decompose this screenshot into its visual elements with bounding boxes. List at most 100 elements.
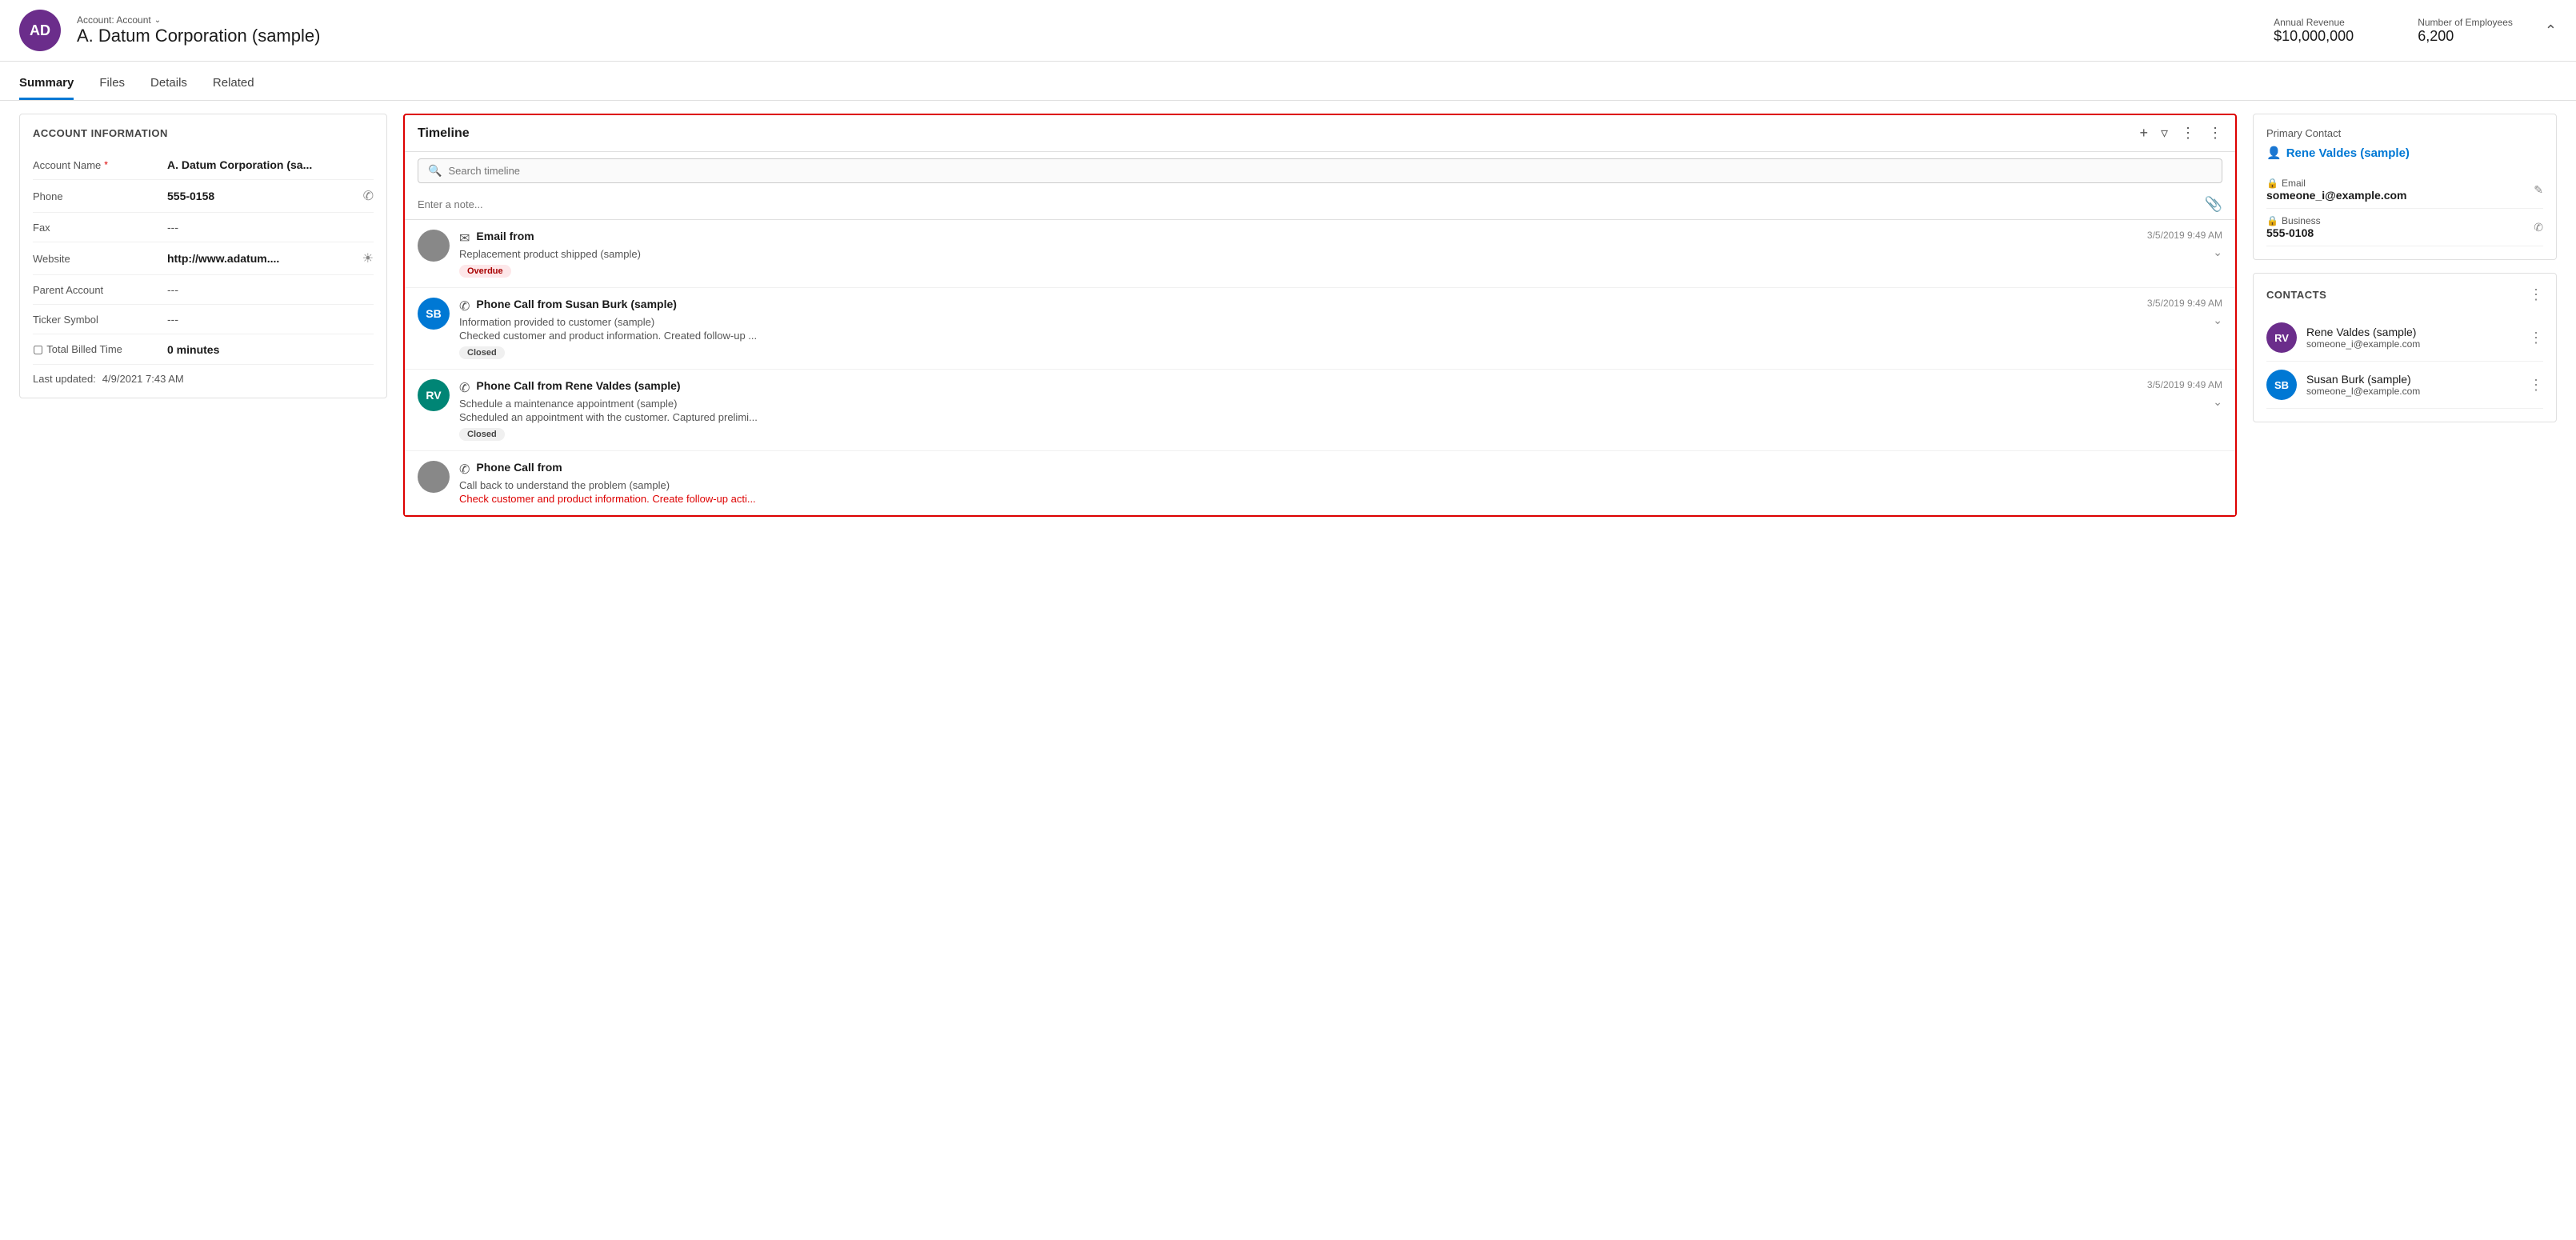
edit-email-icon[interactable]: ✎	[2534, 183, 2543, 197]
item-header: ✆ Phone Call from	[459, 461, 2222, 478]
email-icon: ✉	[459, 230, 470, 246]
add-timeline-button[interactable]: +	[2139, 125, 2148, 142]
item-title: Phone Call from Rene Valdes (sample)	[476, 379, 680, 392]
note-text-input[interactable]	[418, 198, 2205, 210]
main-content: ACCOUNT INFORMATION Account Name * A. Da…	[0, 101, 2576, 530]
sort-timeline-button[interactable]: ⋮	[2181, 125, 2195, 142]
timeline-item: ✉ Email from Replacement product shipped…	[405, 220, 2235, 288]
item-avatar	[418, 461, 450, 493]
attachment-icon[interactable]: 📎	[2205, 196, 2222, 213]
item-time: 3/5/2019 9:49 AM	[2147, 379, 2222, 390]
search-icon: 🔍	[428, 164, 442, 178]
item-avatar: SB	[418, 298, 450, 330]
lock-icon: 🔒	[2266, 215, 2278, 226]
item-content: ✆ Phone Call from Call back to understan…	[459, 461, 2222, 505]
total-billed-label: ▢ Total Billed Time	[33, 342, 161, 356]
primary-contact-link[interactable]: 👤 Rene Valdes (sample)	[2266, 146, 2543, 160]
contacts-more-button[interactable]: ⋮	[2529, 286, 2543, 303]
breadcrumb-chevron-icon: ⌄	[154, 16, 161, 25]
contact-email: someone_i@example.com	[2306, 338, 2519, 350]
status-badge: Overdue	[459, 265, 511, 278]
tab-files[interactable]: Files	[99, 68, 125, 100]
account-avatar: AD	[19, 10, 61, 51]
parent-account-label: Parent Account	[33, 284, 161, 296]
expand-icon[interactable]: ⌄	[2213, 395, 2222, 409]
contact-name: Rene Valdes (sample)	[2306, 326, 2519, 338]
tab-details[interactable]: Details	[150, 68, 187, 100]
account-info-title: ACCOUNT INFORMATION	[33, 127, 374, 139]
timeline-search-box[interactable]: 🔍	[418, 158, 2222, 183]
item-header: ✆ Phone Call from Rene Valdes (sample)	[459, 379, 2085, 396]
email-label: 🔒 Email	[2266, 178, 2526, 189]
item-subtitle: Replacement product shipped (sample)	[459, 248, 2085, 260]
contact-item-more-button[interactable]: ⋮	[2529, 330, 2543, 346]
tabs: Summary Files Details Related	[0, 68, 2576, 101]
item-title: Email from	[476, 230, 534, 242]
ticker-label: Ticker Symbol	[33, 314, 161, 326]
timeline-item: SB ✆ Phone Call from Susan Burk (sample)…	[405, 288, 2235, 370]
expand-icon[interactable]: ⌄	[2213, 314, 2222, 327]
account-info-header: Account: Account ⌄ A. Datum Corporation …	[77, 14, 320, 46]
item-content: ✆ Phone Call from Susan Burk (sample) In…	[459, 298, 2085, 359]
account-information-panel: ACCOUNT INFORMATION Account Name * A. Da…	[19, 114, 387, 398]
item-subtitle: Call back to understand the problem (sam…	[459, 479, 2222, 491]
phone-icon[interactable]: ✆	[363, 188, 374, 204]
primary-contact-section: Primary Contact 👤 Rene Valdes (sample) 🔒…	[2253, 114, 2557, 260]
tab-related[interactable]: Related	[213, 68, 254, 100]
globe-icon[interactable]: ☀	[362, 250, 374, 266]
status-badge: Closed	[459, 428, 505, 441]
item-header: ✉ Email from	[459, 230, 2085, 246]
business-label: 🔒 Business	[2266, 215, 2526, 226]
contact-email: someone_l@example.com	[2306, 386, 2519, 397]
item-content: ✉ Email from Replacement product shipped…	[459, 230, 2085, 278]
required-star: *	[104, 159, 108, 170]
item-content: ✆ Phone Call from Rene Valdes (sample) S…	[459, 379, 2085, 441]
annual-revenue-label: Annual Revenue	[2274, 17, 2354, 28]
timeline-search-input[interactable]	[448, 165, 2212, 177]
collapse-button[interactable]: ⌃	[2545, 22, 2557, 39]
lock-icon: 🔒	[2266, 178, 2278, 189]
timeline-search-container: 🔍	[405, 152, 2235, 190]
contact-link-icon: 👤	[2266, 146, 2282, 160]
contact-avatar: SB	[2266, 370, 2297, 400]
last-updated-row: Last updated: 4/9/2021 7:43 AM	[33, 365, 374, 385]
timeline-item: ✆ Phone Call from Call back to understan…	[405, 451, 2235, 515]
website-row: Website http://www.adatum.... ☀	[33, 242, 374, 275]
call-business-icon[interactable]: ✆	[2534, 221, 2543, 234]
tab-summary[interactable]: Summary	[19, 68, 74, 100]
contact-email-row: 🔒 Email someone_i@example.com ✎	[2266, 171, 2543, 209]
contact-item-more-button[interactable]: ⋮	[2529, 377, 2543, 394]
annual-revenue-metric: Annual Revenue $10,000,000	[2274, 17, 2354, 45]
item-right: 3/5/2019 9:49 AM ⌄	[2094, 230, 2222, 259]
ticker-value: ---	[167, 313, 374, 326]
clock-icon: ▢	[33, 342, 43, 356]
total-billed-row: ▢ Total Billed Time 0 minutes	[33, 334, 374, 365]
fax-row: Fax ---	[33, 213, 374, 242]
contact-item: RV Rene Valdes (sample) someone_i@exampl…	[2266, 314, 2543, 362]
contact-item: SB Susan Burk (sample) someone_l@example…	[2266, 362, 2543, 409]
contact-details: Rene Valdes (sample) someone_i@example.c…	[2306, 326, 2519, 350]
phone-label: Phone	[33, 190, 161, 202]
header: AD Account: Account ⌄ A. Datum Corporati…	[0, 0, 2576, 62]
last-updated-value: 4/9/2021 7:43 AM	[102, 373, 184, 385]
header-metrics: Annual Revenue $10,000,000 Number of Emp…	[2274, 17, 2513, 45]
item-subtitle: Schedule a maintenance appointment (samp…	[459, 398, 2085, 410]
phone-call-icon: ✆	[459, 298, 470, 314]
item-avatar: RV	[418, 379, 450, 411]
primary-contact-name: Rene Valdes (sample)	[2286, 146, 2410, 160]
item-header: ✆ Phone Call from Susan Burk (sample)	[459, 298, 2085, 314]
item-avatar	[418, 230, 450, 262]
timeline-header: Timeline + ▿ ⋮ ⋮	[405, 115, 2235, 152]
note-input-row[interactable]: 📎	[405, 190, 2235, 220]
employees-metric: Number of Employees 6,200	[2418, 17, 2513, 45]
filter-timeline-button[interactable]: ▿	[2161, 125, 2168, 142]
item-desc: Checked customer and product information…	[459, 330, 2085, 342]
status-badge: Closed	[459, 346, 505, 359]
primary-contact-label: Primary Contact	[2266, 127, 2543, 139]
account-breadcrumb[interactable]: Account: Account ⌄	[77, 14, 320, 26]
more-timeline-button[interactable]: ⋮	[2208, 125, 2222, 142]
item-right: 3/5/2019 9:49 AM ⌄	[2094, 379, 2222, 409]
timeline-actions: + ▿ ⋮ ⋮	[2139, 125, 2222, 142]
expand-icon[interactable]: ⌄	[2213, 246, 2222, 259]
item-subtitle: Information provided to customer (sample…	[459, 316, 2085, 328]
